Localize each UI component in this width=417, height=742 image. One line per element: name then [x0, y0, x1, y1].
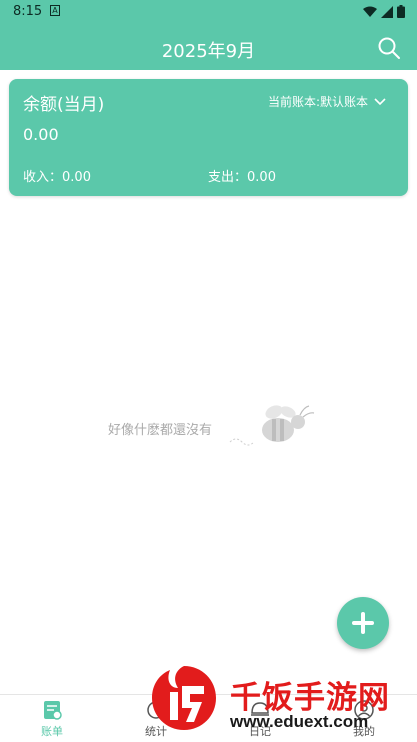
- balance-value: 0.00: [23, 125, 59, 144]
- account-book-selector[interactable]: 当前账本:默认账本: [268, 93, 386, 110]
- nav-label-bills: 账单: [41, 725, 63, 738]
- plus-icon: [352, 612, 374, 634]
- nav-item-stats[interactable]: 统计: [104, 699, 208, 741]
- nav-label-profile: 我的: [353, 725, 375, 738]
- bee-illustration-icon: [229, 405, 315, 446]
- expense-label: 支出：: [208, 170, 248, 185]
- account-book-label: 当前账本:默认账本: [267, 95, 368, 109]
- diary-icon: [251, 702, 269, 716]
- nav-item-bills[interactable]: 账单: [0, 699, 104, 741]
- signal-icon: [381, 5, 393, 18]
- notification-icon: A: [50, 5, 60, 16]
- app-bar: 2025年9月: [0, 24, 417, 70]
- nav-item-profile[interactable]: 我的: [312, 699, 416, 741]
- status-time: 8:15: [13, 4, 43, 19]
- nav-label-diary: 日记: [249, 725, 271, 738]
- month-title[interactable]: 2025年9月: [0, 37, 417, 63]
- income-value: 0.00: [62, 170, 91, 185]
- empty-state: 好像什麽都還沒有: [108, 402, 318, 452]
- nav-label-stats: 统计: [145, 725, 167, 738]
- search-icon[interactable]: [377, 36, 401, 60]
- expense-summary: 支出：0.00: [208, 166, 276, 185]
- system-icons: [363, 5, 405, 18]
- chevron-down-icon: [374, 97, 386, 105]
- summary-card: 余额(当月) 当前账本:默认账本 0.00 收入：0.00 支出：0.00: [9, 79, 408, 196]
- profile-icon: [354, 700, 374, 720]
- status-bar: 8:15 A: [0, 0, 417, 24]
- nav-item-diary[interactable]: 日记: [208, 699, 312, 741]
- wifi-icon: [363, 6, 377, 17]
- empty-state-message: 好像什麽都還沒有: [108, 423, 213, 438]
- bottom-nav: 账单 统计 日记 我的: [0, 694, 417, 742]
- expense-value: 0.00: [247, 170, 276, 185]
- balance-label: 余额(当月): [23, 95, 105, 115]
- income-summary: 收入：0.00: [23, 166, 91, 185]
- income-label: 收入：: [23, 170, 63, 185]
- add-record-button[interactable]: [337, 597, 389, 649]
- stats-icon: [147, 701, 165, 719]
- battery-icon: [397, 5, 405, 18]
- bill-icon: [44, 701, 62, 720]
